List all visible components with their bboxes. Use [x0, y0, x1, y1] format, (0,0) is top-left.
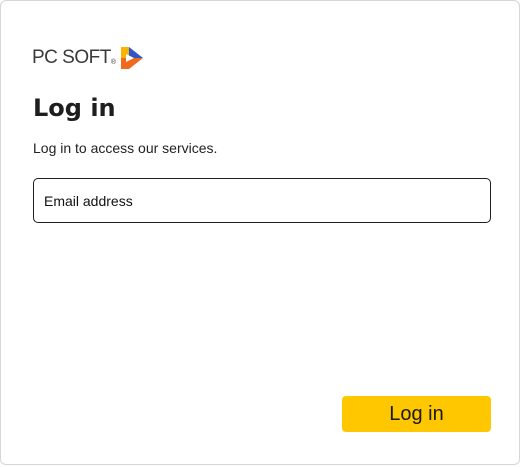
- logo-wordmark: PC SOFT: [32, 47, 111, 68]
- login-dialog: PC SOFT ® Log in Log in to access our se…: [0, 0, 520, 465]
- pcsoft-play-arrow-logo-icon: [121, 47, 144, 69]
- login-button[interactable]: Log in: [342, 396, 491, 432]
- pcsoft-logo: PC SOFT ®: [32, 44, 145, 72]
- page-subtitle: Log in to access our services.: [33, 140, 218, 156]
- registered-mark: ®: [110, 58, 117, 66]
- email-field[interactable]: [33, 178, 491, 223]
- page-title: Log in: [33, 94, 116, 122]
